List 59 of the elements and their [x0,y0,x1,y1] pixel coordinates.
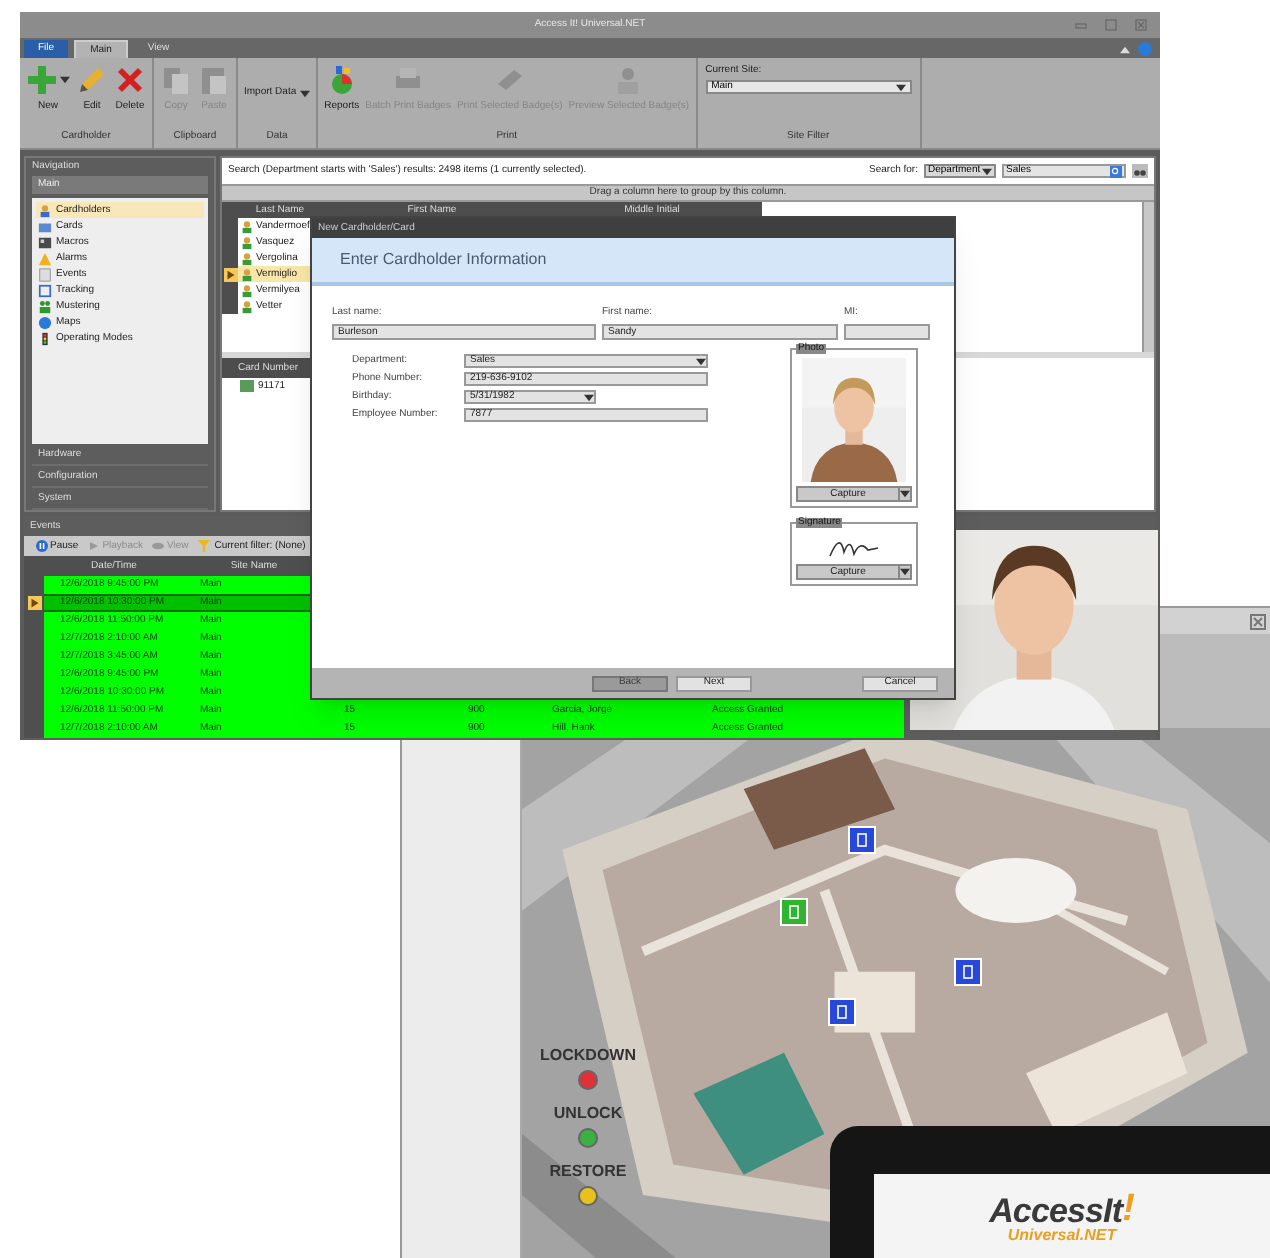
row-selector-cell[interactable] [24,612,44,630]
door-marker-icon[interactable] [780,898,808,926]
door-marker-icon[interactable] [848,826,876,854]
dropdown-caret-icon [60,76,70,84]
search-icon[interactable] [1110,165,1122,177]
pencil-icon [76,64,108,96]
dropdown-caret-icon [584,393,594,401]
funnel-icon [198,540,211,552]
dropdown-caret-icon [895,83,906,91]
map-control-label: RESTORE [549,1164,627,1180]
row-pointer-icon [27,596,41,610]
text-field[interactable] [844,324,930,340]
dropdown-caret-icon [900,490,910,498]
row-selector-cell[interactable] [222,250,238,266]
row-selector-cell[interactable] [24,720,44,738]
plus-icon [26,64,58,96]
door-marker-icon[interactable] [954,958,982,986]
minimize-icon[interactable] [1074,18,1088,32]
cross-icon [114,64,146,96]
document-icon [38,267,52,281]
square-icon [38,283,52,297]
dropdown-caret-icon [696,357,706,365]
maximize-icon[interactable] [1104,18,1118,32]
logo-name: AccessIt [989,1194,1123,1228]
dropdown-caret-icon [300,89,311,97]
paste-icon [198,64,230,96]
map-control-label: UNLOCK [553,1106,623,1122]
row-selector-cell[interactable] [24,594,44,612]
row-selector-cell[interactable] [24,576,44,594]
row-selector-cell[interactable] [222,298,238,314]
warning-icon [38,251,52,265]
card-icon [240,380,254,392]
dropdown-caret-icon [900,568,910,576]
map-control-label: LOCKDOWN [540,1048,636,1064]
door-marker-icon[interactable] [828,998,856,1026]
scroll-bar[interactable] [1142,202,1154,352]
pause-icon [36,540,48,552]
help-icon[interactable] [1138,42,1152,56]
card-icon [38,219,52,233]
card-icon [493,64,526,96]
logo-mark: ! [1122,1190,1135,1228]
collapse-icon[interactable] [1120,45,1130,53]
close-icon[interactable] [1134,18,1148,32]
close-icon[interactable] [1250,613,1266,629]
people-icon [38,299,52,313]
play-icon [88,540,101,552]
copy-icon [160,64,192,96]
traffic-light-icon [38,331,52,345]
dialog-heading: Enter Cardholder Information [312,238,954,286]
dropdown-caret-icon [982,167,992,175]
row-selector-cell[interactable] [222,266,238,282]
row-pointer-icon [223,267,237,281]
row-selector-cell[interactable] [222,282,238,298]
person-icon [38,203,52,217]
logo-tagline: Universal.NET [1007,1228,1117,1244]
eye-icon [152,540,165,552]
grid-icon [38,235,52,249]
globe-icon [38,315,52,329]
binoculars-icon[interactable] [1132,164,1148,178]
